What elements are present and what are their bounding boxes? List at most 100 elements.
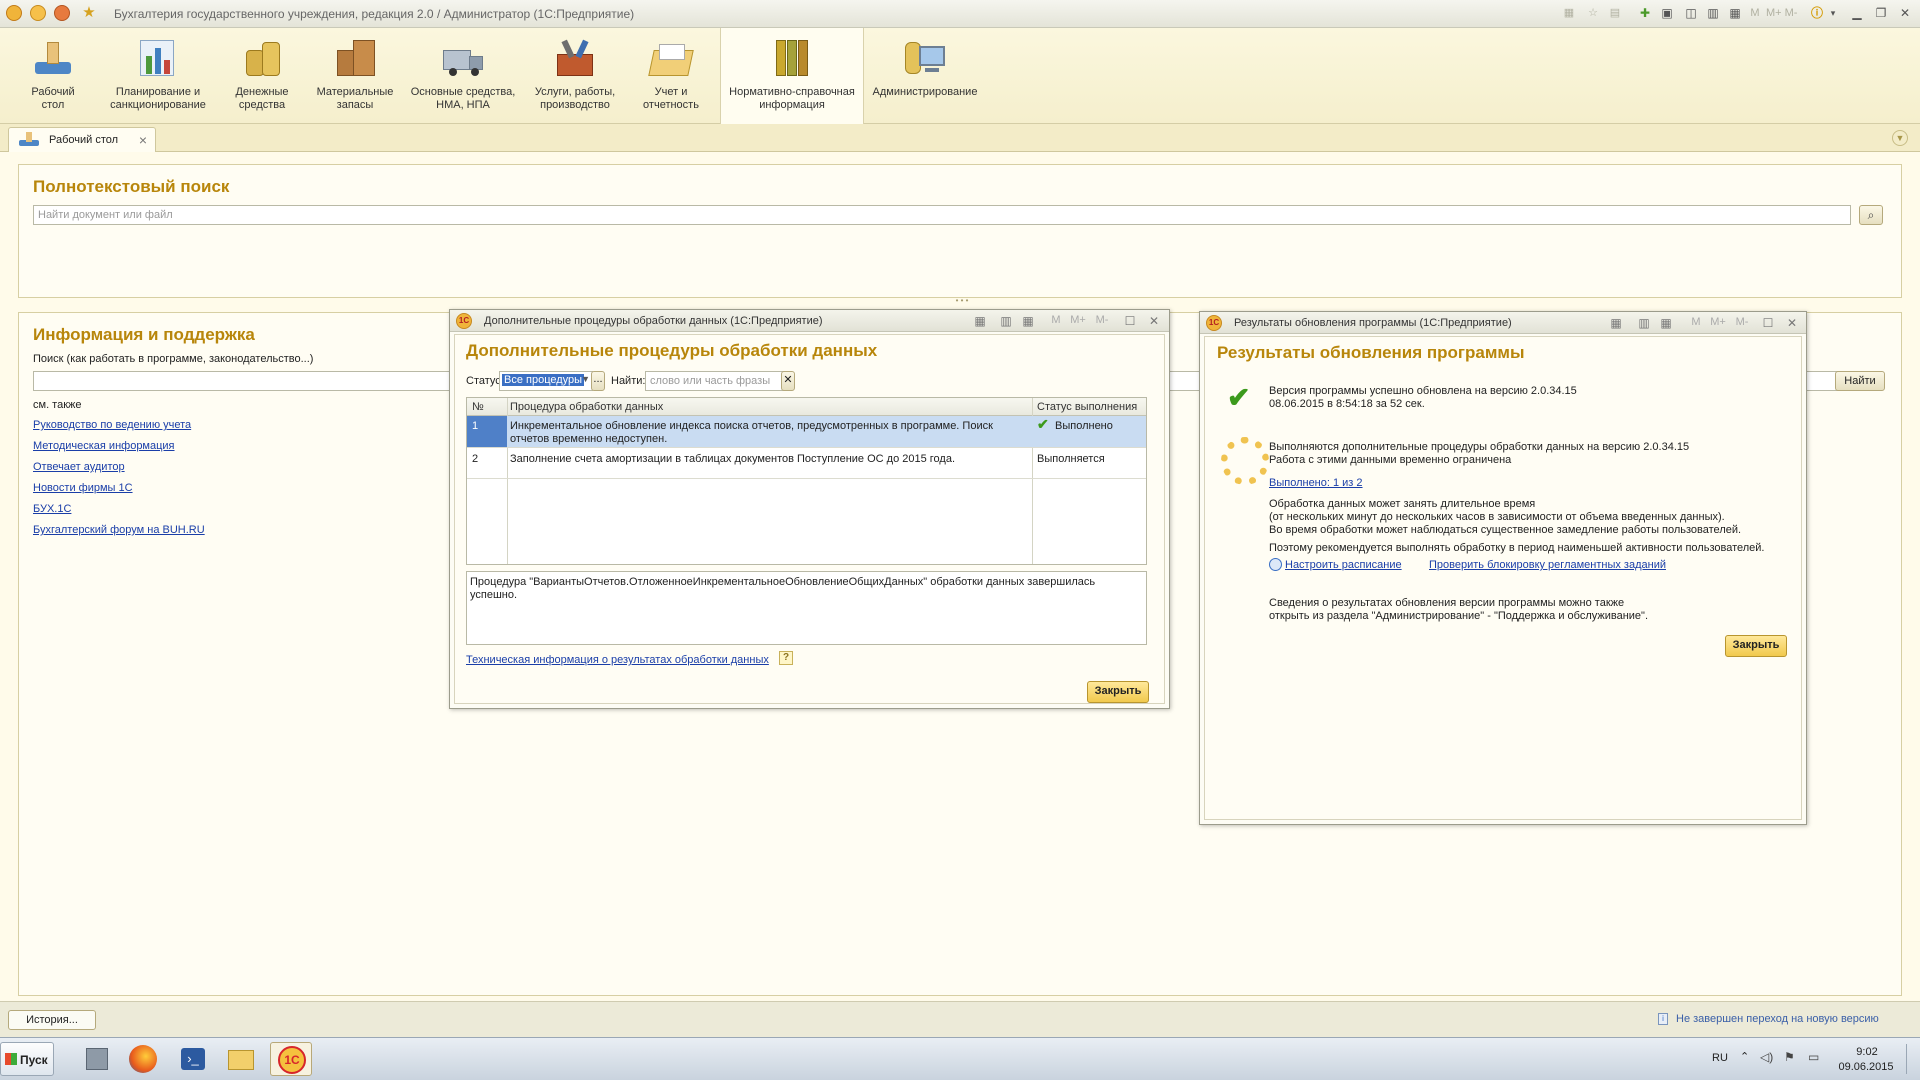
link-methodical-info[interactable]: Методическая информация bbox=[33, 440, 175, 452]
history-button[interactable]: История... bbox=[8, 1010, 96, 1030]
desktop-workarea: Полнотекстовый поиск Найти документ или … bbox=[0, 152, 1920, 1001]
column-header-number[interactable]: № bbox=[472, 401, 484, 413]
powershell-icon[interactable]: ›_ bbox=[172, 1042, 214, 1076]
table-row[interactable]: 2 Заполнение счета амортизации в таблица… bbox=[467, 449, 1146, 479]
chevron-down-icon[interactable]: ▼ bbox=[581, 374, 590, 384]
memory-mminus-button[interactable]: M- bbox=[1734, 316, 1750, 328]
link-buh-1c[interactable]: БУХ.1С bbox=[33, 503, 71, 515]
close-icon[interactable]: ✕ bbox=[1784, 316, 1800, 330]
status-select[interactable]: Все процедуры ▼ bbox=[499, 371, 593, 391]
tab-desktop[interactable]: Рабочий стол × bbox=[8, 127, 156, 152]
maximize-icon[interactable]: ☐ bbox=[1122, 314, 1138, 328]
update-close-button[interactable]: Закрыть bbox=[1725, 635, 1787, 657]
close-icon[interactable]: ✕ bbox=[1896, 5, 1914, 21]
section-accounting[interactable]: Учет и отчетность bbox=[636, 28, 706, 124]
column-header-procedure[interactable]: Процедура обработки данных bbox=[510, 401, 663, 413]
link-icon[interactable]: ▦ bbox=[972, 314, 988, 328]
section-reference-info[interactable]: Нормативно-справочная информация bbox=[720, 28, 864, 125]
network-icon[interactable]: ▭ bbox=[1808, 1050, 1819, 1064]
calculator-icon[interactable]: ▥ bbox=[998, 314, 1014, 328]
app-1c-taskbar-icon[interactable]: 1C bbox=[270, 1042, 312, 1076]
info-dropdown-icon[interactable]: ▾ bbox=[1824, 5, 1842, 21]
status-choose-button[interactable]: ... bbox=[591, 371, 605, 391]
section-desktop[interactable]: Рабочий стол bbox=[20, 28, 86, 124]
footer-line-2: открыть из раздела "Администрирование" -… bbox=[1269, 610, 1648, 622]
memory-mplus-button[interactable]: M+ bbox=[1766, 6, 1782, 20]
section-planning[interactable]: Планирование и санкционирование bbox=[106, 28, 210, 124]
update-window-title: Результаты обновления программы (1С:Пред… bbox=[1234, 317, 1512, 329]
column-header-status[interactable]: Статус выполнения bbox=[1037, 401, 1137, 413]
fulltext-search-title: Полнотекстовый поиск bbox=[33, 177, 230, 196]
note-line-1: Обработка данных может занять длительное… bbox=[1269, 498, 1536, 510]
section-inventory[interactable]: Материальные запасы bbox=[312, 28, 398, 124]
server-manager-icon[interactable] bbox=[76, 1042, 118, 1076]
table-row[interactable]: 1 Инкрементальное обновление индекса пои… bbox=[467, 416, 1146, 448]
link-accounting-guide[interactable]: Руководство по ведению учета bbox=[33, 419, 191, 431]
tech-info-link[interactable]: Техническая информация о результатах обр… bbox=[466, 654, 769, 666]
action-center-flag-icon[interactable]: ⚑ bbox=[1784, 1050, 1795, 1064]
clock-date[interactable]: 09.06.2015 bbox=[1830, 1061, 1902, 1073]
maximize-icon[interactable]: ❐ bbox=[1872, 5, 1890, 21]
tray-expand-icon[interactable]: ⌃ bbox=[1740, 1050, 1749, 1063]
show-desktop-button[interactable] bbox=[1906, 1044, 1918, 1074]
row-procedure: Инкрементальное обновление индекса поиск… bbox=[510, 420, 993, 445]
calculator-icon[interactable]: ▥ bbox=[1704, 5, 1722, 21]
done-count-link[interactable]: Выполнено: 1 из 2 bbox=[1269, 477, 1363, 489]
add-favorite-icon[interactable]: ✚ bbox=[1636, 5, 1654, 21]
volume-icon[interactable]: ◁) bbox=[1760, 1050, 1773, 1064]
memory-mplus-button[interactable]: M+ bbox=[1070, 314, 1086, 326]
start-button[interactable]: Пуск bbox=[0, 1042, 54, 1076]
favorite-icon[interactable]: ☆ bbox=[1586, 6, 1600, 20]
status-bar: История... i Не завершен переход на нову… bbox=[0, 1001, 1920, 1037]
favorites-star-icon[interactable]: ★ bbox=[80, 5, 98, 21]
back-nav-icon[interactable] bbox=[54, 5, 70, 21]
clock-time[interactable]: 9:02 bbox=[1842, 1046, 1892, 1058]
splitter-handle[interactable]: • • • bbox=[948, 297, 976, 305]
info-find-button[interactable]: Найти bbox=[1835, 371, 1885, 391]
close-icon[interactable]: ✕ bbox=[1146, 314, 1162, 328]
section-fixed-assets[interactable]: Основные средства, НМА, НПА bbox=[406, 28, 520, 124]
section-services[interactable]: Услуги, работы, производство bbox=[530, 28, 620, 124]
tabs-menu-chevron-icon[interactable]: ▼ bbox=[1892, 130, 1908, 146]
find-clear-button[interactable]: ✕ bbox=[781, 371, 795, 391]
memory-m-button[interactable]: M bbox=[1748, 6, 1762, 20]
print-icon[interactable]: ▤ bbox=[1608, 6, 1622, 20]
version-transition-notice[interactable]: Не завершен переход на новую версию bbox=[1676, 1013, 1879, 1025]
memory-mminus-button[interactable]: M- bbox=[1784, 6, 1798, 20]
keyboard-language[interactable]: RU bbox=[1712, 1052, 1728, 1064]
tab-desktop-label: Рабочий стол bbox=[49, 134, 119, 146]
find-input[interactable]: слово или часть фразы bbox=[645, 371, 785, 391]
memory-m-button[interactable]: M bbox=[1048, 314, 1064, 326]
calendar-icon[interactable]: ▦ bbox=[1658, 316, 1674, 330]
memory-m-button[interactable]: M bbox=[1688, 316, 1704, 328]
check-lock-link[interactable]: Проверить блокировку регламентных задани… bbox=[1429, 559, 1666, 571]
help-icon[interactable]: ? bbox=[779, 651, 793, 665]
link-icon[interactable]: ▦ bbox=[1608, 316, 1624, 330]
schedule-link[interactable]: Настроить расписание bbox=[1285, 559, 1402, 571]
row-status: Выполнено bbox=[1055, 420, 1113, 432]
search-button[interactable]: ⌕ bbox=[1859, 205, 1883, 225]
section-administration[interactable]: Администрирование bbox=[870, 28, 980, 124]
link-1c-news[interactable]: Новости фирмы 1С bbox=[33, 482, 133, 494]
calculator-icon[interactable]: ▥ bbox=[1636, 316, 1652, 330]
section-money[interactable]: Денежные средства bbox=[226, 28, 298, 124]
procedures-close-button[interactable]: Закрыть bbox=[1087, 681, 1149, 703]
maximize-icon[interactable]: ☐ bbox=[1760, 316, 1776, 330]
app-logo-icon[interactable] bbox=[6, 5, 22, 21]
link-icon[interactable]: ▦ bbox=[1562, 6, 1576, 20]
firefox-icon[interactable] bbox=[122, 1042, 164, 1076]
minimize-icon[interactable]: ▁ bbox=[1848, 5, 1866, 21]
progress-line-1: Выполняются дополнительные процедуры обр… bbox=[1269, 441, 1690, 453]
link-auditor-answers[interactable]: Отвечает аудитор bbox=[33, 461, 125, 473]
memory-mplus-button[interactable]: M+ bbox=[1710, 316, 1726, 328]
link-buh-forum[interactable]: Бухгалтерский форум на BUH.RU bbox=[33, 524, 205, 536]
menu-dropdown-icon[interactable] bbox=[30, 5, 46, 21]
calendar-icon[interactable]: ▦ bbox=[1726, 5, 1744, 21]
calendar-icon[interactable]: ▦ bbox=[1020, 314, 1036, 328]
memory-mminus-button[interactable]: M- bbox=[1094, 314, 1110, 326]
settings-icon[interactable]: ◫ bbox=[1682, 5, 1700, 21]
reports-icon[interactable]: ▣ bbox=[1658, 5, 1676, 21]
tab-close-icon[interactable]: × bbox=[139, 132, 147, 148]
fulltext-search-input[interactable]: Найти документ или файл bbox=[33, 205, 1851, 225]
explorer-folder-icon[interactable] bbox=[220, 1042, 262, 1076]
